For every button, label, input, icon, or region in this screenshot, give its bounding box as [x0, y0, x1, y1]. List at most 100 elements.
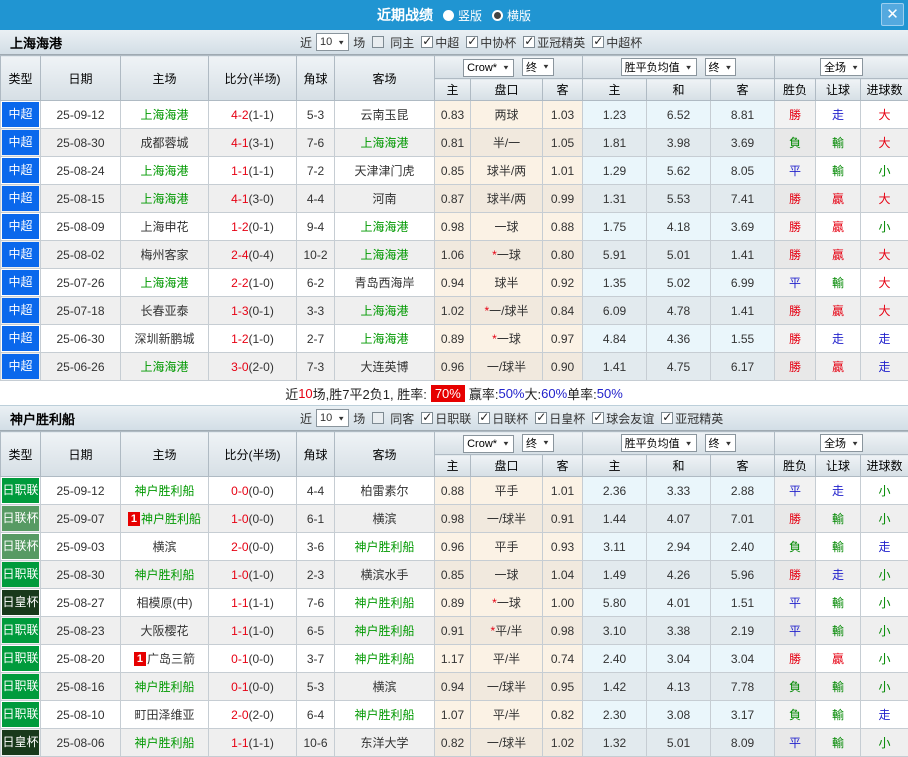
home-odds: 0.82 [435, 729, 471, 757]
competition-checkbox[interactable] [421, 412, 433, 424]
competition-label[interactable]: 中超杯 [606, 34, 642, 51]
avg-away: 2.88 [711, 477, 775, 505]
close-icon[interactable]: ✕ [881, 3, 904, 26]
score: 0-1(0-0) [209, 673, 297, 701]
home-odds: 0.98 [435, 213, 471, 241]
league-badge: 中超 [1, 297, 41, 325]
competition-label[interactable]: 中超 [435, 34, 459, 51]
competition-checkbox[interactable] [466, 36, 478, 48]
layout-radio-vertical[interactable] [443, 10, 454, 21]
score: 1-1(1-1) [209, 729, 297, 757]
home-team: 上海海港 [121, 353, 209, 381]
avg-group-header: 胜平负均值▼ 终▼ [583, 56, 775, 79]
avg-draw: 5.01 [647, 729, 711, 757]
score: 1-1(1-1) [209, 157, 297, 185]
score: 1-1(1-0) [209, 617, 297, 645]
home-team: 大阪樱花 [121, 617, 209, 645]
sub-col: 主 [435, 79, 471, 101]
sub-col: 客 [543, 79, 583, 101]
competition-checkbox[interactable] [523, 36, 535, 48]
same-venue-checkbox[interactable] [372, 412, 384, 424]
handicap: 半/一 [471, 129, 543, 157]
avg-draw: 4.18 [647, 213, 711, 241]
layout-radio-horizontal-label[interactable]: 横版 [507, 7, 531, 24]
result-wdl: 平 [775, 477, 816, 505]
col-header-left: 类型 [1, 56, 41, 101]
odds-period-select[interactable]: 终▼ [522, 58, 554, 76]
league-badge: 日职联 [1, 701, 41, 729]
scope-select[interactable]: 全场▼ [820, 434, 863, 452]
competition-checkbox[interactable] [421, 36, 433, 48]
result-handicap: 贏 [816, 353, 861, 381]
result-goals: 走 [861, 701, 908, 729]
result-wdl: 平 [775, 617, 816, 645]
table-row: 日联杯25-09-03横滨2-0(0-0)3-6神户胜利船0.96平手0.933… [1, 533, 908, 561]
bookmaker-select[interactable]: Crow*▼ [463, 59, 514, 77]
match-date: 25-09-12 [41, 101, 121, 129]
scope-select[interactable]: 全场▼ [820, 58, 863, 76]
avg-home: 1.49 [583, 561, 647, 589]
competition-checkbox[interactable] [592, 412, 604, 424]
avg-draw: 2.94 [647, 533, 711, 561]
bookmaker-value: Crow* [467, 438, 497, 450]
avg-select[interactable]: 胜平负均值▼ [621, 58, 697, 76]
score: 1-3(0-1) [209, 297, 297, 325]
match-date: 25-08-27 [41, 589, 121, 617]
sub-col: 主 [583, 455, 647, 477]
competition-checkbox[interactable] [535, 412, 547, 424]
same-venue-label[interactable]: 同客 [390, 410, 414, 427]
avg-period-select[interactable]: 终▼ [705, 434, 737, 452]
matches-body: 日职联25-09-12神户胜利船0-0(0-0)4-4柏雷素尔0.88平手1.0… [1, 477, 908, 757]
league-badge: 中超 [1, 157, 41, 185]
away-team: 横滨水手 [335, 561, 435, 589]
away-team: 上海海港 [335, 129, 435, 157]
away-team: 柏雷素尔 [335, 477, 435, 505]
competition-label[interactable]: 球会友谊 [606, 410, 654, 427]
match-count-select[interactable]: 10▼ [316, 409, 349, 427]
away-odds: 0.97 [543, 325, 583, 353]
section-header: 上海海港 近 10▼ 场 同主 中超中协杯亚冠精英中超杯 [0, 30, 908, 55]
sub-col: 客 [711, 455, 775, 477]
chevron-down-icon: ▼ [542, 63, 550, 70]
avg-draw: 4.13 [647, 673, 711, 701]
result-goals: 小 [861, 477, 908, 505]
match-date: 25-08-20 [41, 645, 121, 673]
competition-label[interactable]: 日皇杯 [549, 410, 585, 427]
layout-radio-vertical-label[interactable]: 竖版 [458, 7, 482, 24]
corners: 7-3 [297, 353, 335, 381]
away-odds: 1.05 [543, 129, 583, 157]
away-odds: 0.90 [543, 353, 583, 381]
avg-period-select[interactable]: 终▼ [705, 58, 737, 76]
competition-label[interactable]: 日职联 [435, 410, 471, 427]
result-goals: 大 [861, 101, 908, 129]
result-wdl: 勝 [775, 505, 816, 533]
avg-away: 7.78 [711, 673, 775, 701]
layout-radio-horizontal[interactable] [492, 10, 503, 21]
table-row: 中超25-09-12上海海港4-2(1-1)5-3云南玉昆0.83两球1.031… [1, 101, 908, 129]
competition-checkbox[interactable] [592, 36, 604, 48]
corners: 6-1 [297, 505, 335, 533]
same-venue-label[interactable]: 同主 [390, 34, 414, 51]
home-odds: 0.83 [435, 101, 471, 129]
summary-value: 50% [597, 386, 623, 401]
avg-home: 1.44 [583, 505, 647, 533]
corners: 9-4 [297, 213, 335, 241]
competition-label[interactable]: 亚冠精英 [537, 34, 585, 51]
league-badge: 中超 [1, 129, 41, 157]
col-header-left: 类型 [1, 432, 41, 477]
competition-label[interactable]: 日联杯 [492, 410, 528, 427]
odds-period-select[interactable]: 终▼ [522, 434, 554, 452]
match-count-select[interactable]: 10▼ [316, 33, 349, 51]
competition-label[interactable]: 亚冠精英 [675, 410, 723, 427]
match-count-value: 10 [320, 412, 332, 424]
same-venue-checkbox[interactable] [372, 36, 384, 48]
competition-checkbox[interactable] [478, 412, 490, 424]
bookmaker-select[interactable]: Crow*▼ [463, 435, 514, 453]
summary-bar: 近10场,胜7平2负1, 胜率: 70%赢率:50% 大:60% 单率:50% [0, 381, 908, 406]
competition-label[interactable]: 中协杯 [480, 34, 516, 51]
score: 1-1(1-1) [209, 589, 297, 617]
match-date: 25-08-02 [41, 241, 121, 269]
match-date: 25-08-16 [41, 673, 121, 701]
competition-checkbox[interactable] [661, 412, 673, 424]
avg-select[interactable]: 胜平负均值▼ [621, 434, 697, 452]
